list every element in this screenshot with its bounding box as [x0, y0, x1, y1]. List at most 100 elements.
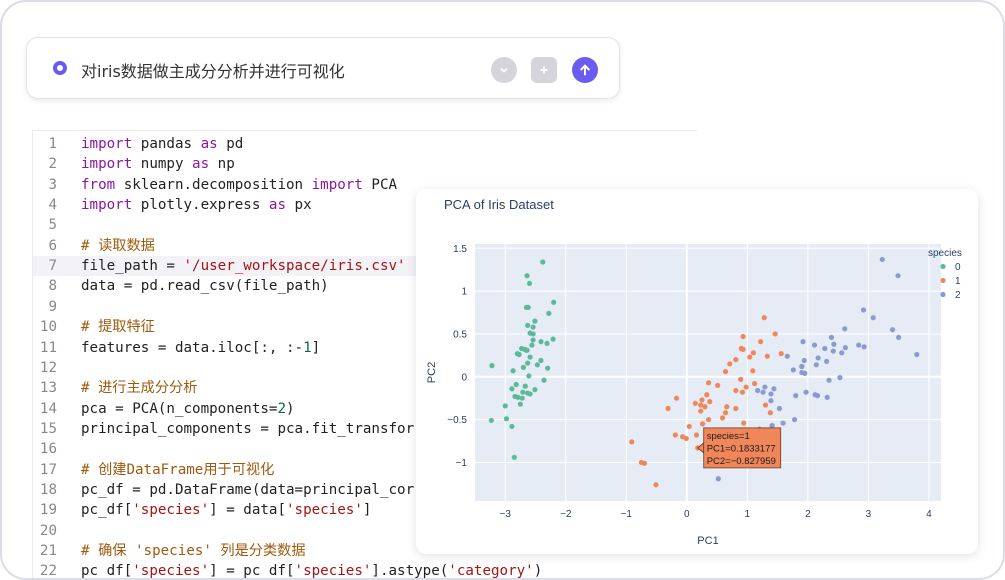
code-text: # 提取特征 — [81, 319, 155, 336]
data-point-species-1 — [750, 350, 756, 356]
code-text: import numpy as np — [81, 156, 235, 173]
data-point-species-2 — [828, 334, 835, 340]
data-point-species-1 — [767, 410, 773, 416]
tooltip-line: PC2=−0.827959 — [707, 456, 776, 467]
data-point-species-2 — [799, 363, 805, 370]
code-text: principal_components = pca.fit_transfor — [81, 420, 415, 437]
send-button[interactable] — [572, 57, 598, 83]
data-point-species-0 — [509, 423, 515, 430]
data-point-species-1 — [706, 380, 712, 386]
x-tick-label: 3 — [866, 509, 872, 520]
data-point-species-0 — [546, 310, 552, 316]
data-point-species-2 — [813, 362, 819, 368]
code-line[interactable]: 2 import numpy as np — [33, 154, 697, 174]
y-axis-label: PC2 — [426, 362, 438, 383]
data-point-species-1 — [772, 331, 778, 337]
data-point-species-2 — [830, 348, 836, 354]
code-text: # 确保 'species' 列是分类数据 — [81, 543, 306, 559]
data-point-species-2 — [803, 389, 809, 395]
line-number: 9 — [48, 298, 57, 315]
data-point-species-2 — [771, 386, 777, 392]
data-point-species-1 — [672, 432, 678, 438]
line-number: 18 — [39, 481, 57, 498]
data-point-species-0 — [540, 259, 546, 265]
data-point-species-2 — [776, 405, 783, 412]
code-text: from sklearn.decomposition import PCA — [81, 176, 398, 193]
data-point-species-2 — [889, 327, 896, 333]
data-point-species-1 — [741, 420, 747, 426]
data-point-species-2 — [896, 334, 902, 340]
y-tick-label: 0 — [461, 372, 467, 383]
tooltip-line: species=1 — [707, 431, 750, 442]
code-text: pc_df['species'] = data['species'] — [81, 502, 372, 519]
data-point-species-0 — [516, 351, 522, 358]
code-line[interactable]: 1 import pandas as pd — [33, 134, 697, 154]
line-number: 7 — [48, 258, 57, 275]
data-point-species-0 — [529, 342, 535, 348]
y-tick-label: 0.5 — [453, 329, 467, 340]
prompt-bar[interactable]: 对iris数据做主成分分析并进行可视化 — [26, 37, 620, 99]
line-number: 13 — [39, 380, 57, 397]
data-point-species-0 — [525, 360, 531, 366]
line-number: 8 — [48, 278, 57, 295]
x-tick-label: 1 — [745, 509, 751, 520]
line-number: 20 — [39, 522, 57, 539]
data-point-species-1 — [673, 395, 680, 401]
data-point-species-0 — [517, 401, 523, 407]
x-tick-label: −2 — [560, 509, 572, 520]
code-text: # 进行主成分分析 — [81, 380, 198, 397]
data-point-species-0 — [512, 393, 518, 400]
y-tick-label: 1.5 — [453, 244, 467, 255]
arrow-up-icon — [580, 64, 590, 76]
data-point-species-1 — [727, 361, 733, 367]
prompt-status-icon — [53, 61, 67, 75]
x-axis-label: PC1 — [697, 535, 718, 547]
data-point-species-0 — [509, 386, 515, 392]
data-point-species-2 — [784, 353, 790, 359]
code-line[interactable]: 22 pc_df['species'] = pc_df['species'].as… — [33, 561, 697, 580]
data-point-species-1 — [679, 434, 686, 440]
data-point-species-0 — [525, 322, 531, 328]
x-tick-label: 0 — [684, 509, 690, 520]
data-point-species-1 — [722, 410, 729, 416]
data-point-species-1 — [778, 351, 784, 357]
legend-label-1: 1 — [955, 276, 961, 287]
code-text: pc_df['species'] = pc_df['species'].asty… — [81, 563, 543, 580]
data-point-species-0 — [520, 364, 527, 370]
data-point-species-0 — [520, 389, 526, 395]
data-point-species-0 — [526, 373, 532, 379]
data-point-species-0 — [502, 403, 508, 409]
data-point-species-1 — [724, 404, 730, 410]
data-point-species-2 — [822, 345, 828, 352]
data-point-species-0 — [530, 324, 536, 330]
data-point-species-0 — [519, 345, 525, 352]
data-point-species-0 — [489, 363, 495, 369]
data-point-species-0 — [488, 417, 494, 424]
data-point-species-0 — [544, 340, 550, 346]
code-text: file_path = '/user_workspace/iris.csv' — [81, 258, 406, 275]
data-point-species-1 — [738, 376, 744, 382]
data-point-species-2 — [839, 350, 845, 356]
data-point-species-2 — [814, 393, 821, 399]
data-point-species-2 — [769, 423, 775, 429]
tooltip-line: PC1=0.1833177 — [707, 443, 776, 454]
code-text: # 创建DataFrame用于可视化 — [81, 461, 275, 478]
code-text: import pandas as pd — [81, 136, 244, 152]
data-point-species-2 — [800, 339, 806, 345]
data-point-species-1 — [698, 408, 704, 414]
code-text: import plotly.express as px — [81, 197, 312, 214]
add-button[interactable] — [531, 57, 557, 83]
data-point-species-2 — [811, 342, 818, 348]
legend-title: species — [928, 248, 962, 259]
line-number: 2 — [48, 156, 57, 173]
chevron-down-icon — [500, 67, 508, 73]
data-point-species-2 — [824, 394, 830, 400]
data-point-species-1 — [738, 345, 744, 352]
line-number: 5 — [48, 217, 57, 234]
chevron-down-button[interactable] — [491, 57, 517, 83]
legend-marker-0 — [940, 263, 946, 270]
code-text: # 读取数据 — [81, 237, 155, 254]
y-tick-label: 1 — [461, 287, 467, 298]
data-point-species-2 — [831, 341, 837, 347]
data-point-species-1 — [752, 381, 758, 387]
